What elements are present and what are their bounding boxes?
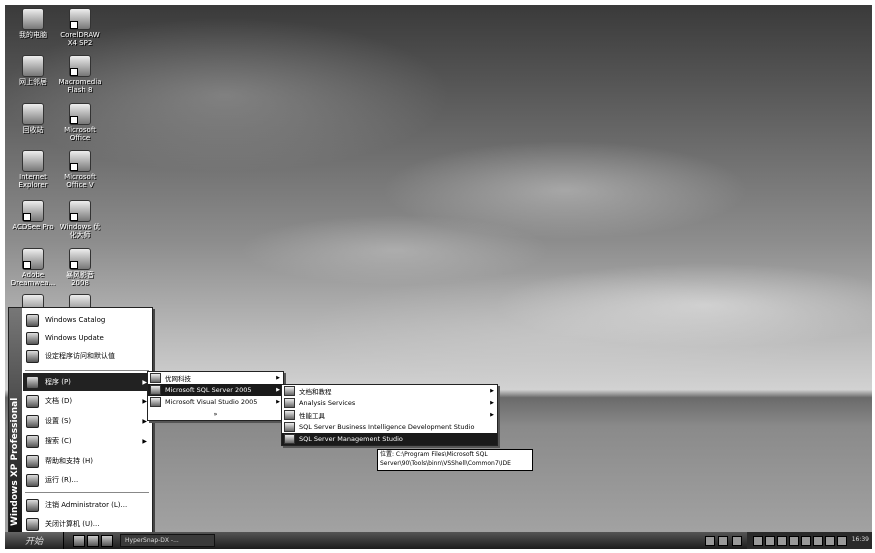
sql-item-analysis-services[interactable]: Analysis Services ▶ <box>282 397 497 409</box>
documents-icon <box>26 394 39 408</box>
tray-app-icon[interactable] <box>813 536 823 546</box>
submenu-arrow-icon: ▶ <box>490 412 494 418</box>
logoff-icon <box>26 498 39 512</box>
network-places-icon[interactable]: 网上邻居 <box>8 55 58 86</box>
help-tray-icon[interactable] <box>718 536 728 546</box>
programs-item-youwang[interactable]: 优网科技 ▶ <box>148 372 283 384</box>
catalog-icon <box>26 313 39 327</box>
ime-icon[interactable] <box>705 536 715 546</box>
folder-icon <box>284 386 295 396</box>
program-access-icon <box>26 349 39 363</box>
office-visio-icon[interactable]: Microsoft Office V <box>55 150 105 189</box>
sql-item-management-studio[interactable]: SQL Server Management Studio <box>282 433 497 445</box>
menu-run[interactable]: 运行 (R)... <box>23 471 151 489</box>
volume-icon[interactable] <box>777 536 787 546</box>
submenu-arrow-icon: ▶ <box>142 437 147 445</box>
menu-separator <box>25 370 149 371</box>
folder-icon <box>150 373 161 383</box>
submenu-arrow-icon: ▶ <box>276 399 280 405</box>
menu-shutdown[interactable]: 关闭计算机 (U)... <box>23 515 151 533</box>
submenu-arrow-icon: ▶ <box>490 400 494 406</box>
tray-app-icon[interactable] <box>837 536 847 546</box>
menu-program-access[interactable]: 设定程序访问和默认值 <box>23 347 151 365</box>
settings-icon <box>26 414 39 428</box>
media-quicklaunch-icon[interactable] <box>101 535 113 547</box>
network-icon[interactable] <box>801 536 811 546</box>
menu-help[interactable]: 帮助和支持 (H) <box>23 452 151 470</box>
programs-icon <box>26 375 39 389</box>
sql-item-performance-tools[interactable]: 性能工具 ▶ <box>282 409 497 421</box>
menu-search[interactable]: 搜索 (C) ▶ <box>23 432 151 450</box>
task-hypersnap[interactable]: HyperSnap-DX -... <box>120 534 215 547</box>
programs-expand-chevron[interactable]: » <box>148 408 283 420</box>
menu-documents[interactable]: 文档 (D) ▶ <box>23 392 151 410</box>
management-studio-icon <box>284 434 295 444</box>
submenu-arrow-icon: ▶ <box>276 375 280 381</box>
tray-app-icon[interactable] <box>789 536 799 546</box>
run-icon <box>26 473 39 487</box>
folder-icon <box>150 385 161 395</box>
menu-separator <box>25 492 149 493</box>
menu-settings[interactable]: 设置 (S) ▶ <box>23 412 151 430</box>
folder-icon <box>284 410 295 420</box>
folder-icon <box>284 398 295 408</box>
sql-item-bids[interactable]: SQL Server Business Intelligence Develop… <box>282 421 497 433</box>
submenu-arrow-icon: ▶ <box>276 387 280 393</box>
tray-app-icon[interactable] <box>825 536 835 546</box>
flash-icon[interactable]: Macromedia Flash 8 <box>55 55 105 94</box>
ie-quicklaunch-icon[interactable] <box>87 535 99 547</box>
coreldraw-icon[interactable]: CorelDRAW X4 SP2 <box>55 8 105 47</box>
submenu-arrow-icon: ▶ <box>490 388 494 394</box>
menu-logoff[interactable]: 注销 Administrator (L)... <box>23 496 151 514</box>
sql-server-submenu: 文档和教程 ▶ Analysis Services ▶ 性能工具 ▶ SQL Serv… <box>281 384 498 446</box>
help-icon <box>26 454 39 468</box>
windows-optimizer-icon[interactable]: Windows 优 化大师 <box>55 200 105 239</box>
recycle-bin-icon[interactable]: 回收站 <box>8 103 58 134</box>
tray-settings-icon[interactable] <box>732 536 742 546</box>
internet-explorer-icon[interactable]: Internet Explorer <box>8 150 58 189</box>
office-icon[interactable]: Microsoft Office <box>55 103 105 142</box>
storm-player-icon[interactable]: 暴风影音 2008 <box>55 248 105 287</box>
sql-item-docs[interactable]: 文档和教程 ▶ <box>282 385 497 397</box>
update-icon <box>26 331 39 345</box>
my-computer-icon[interactable]: 我的电脑 <box>8 8 58 39</box>
dreamweaver-icon[interactable]: Adobe Dreamwea... <box>8 248 58 287</box>
programs-item-visual-studio[interactable]: Microsoft Visual Studio 2005 ▶ <box>148 396 283 408</box>
programs-submenu: 优网科技 ▶ Microsoft SQL Server 2005 ▶ Microso… <box>147 371 284 421</box>
shutdown-icon <box>26 517 39 531</box>
taskbar: 开始 HyperSnap-DX -... 16:39 <box>5 532 872 549</box>
folder-icon <box>150 397 161 407</box>
start-menu: Windows XP Professional Windows Catalog … <box>8 307 153 536</box>
acdsee-icon[interactable]: ACDSee Pro <box>8 200 58 231</box>
location-tooltip: 位置: C:\Program Files\Microsoft SQL Serve… <box>377 449 533 471</box>
clock[interactable]: 16:39 <box>852 536 869 543</box>
start-menu-band: Windows XP Professional <box>9 308 22 535</box>
tray-app-icon[interactable] <box>753 536 763 546</box>
bids-icon <box>284 422 295 432</box>
show-desktop-icon[interactable] <box>73 535 85 547</box>
search-icon <box>26 434 39 448</box>
menu-windows-update[interactable]: Windows Update <box>23 329 151 347</box>
start-button[interactable]: 开始 <box>5 532 64 549</box>
system-tray: 16:39 <box>747 532 872 549</box>
menu-windows-catalog[interactable]: Windows Catalog <box>23 311 151 329</box>
menu-programs[interactable]: 程序 (P) ▶ <box>23 373 151 391</box>
programs-item-sql-server[interactable]: Microsoft SQL Server 2005 ▶ <box>148 384 283 396</box>
tray-app-icon[interactable] <box>765 536 775 546</box>
